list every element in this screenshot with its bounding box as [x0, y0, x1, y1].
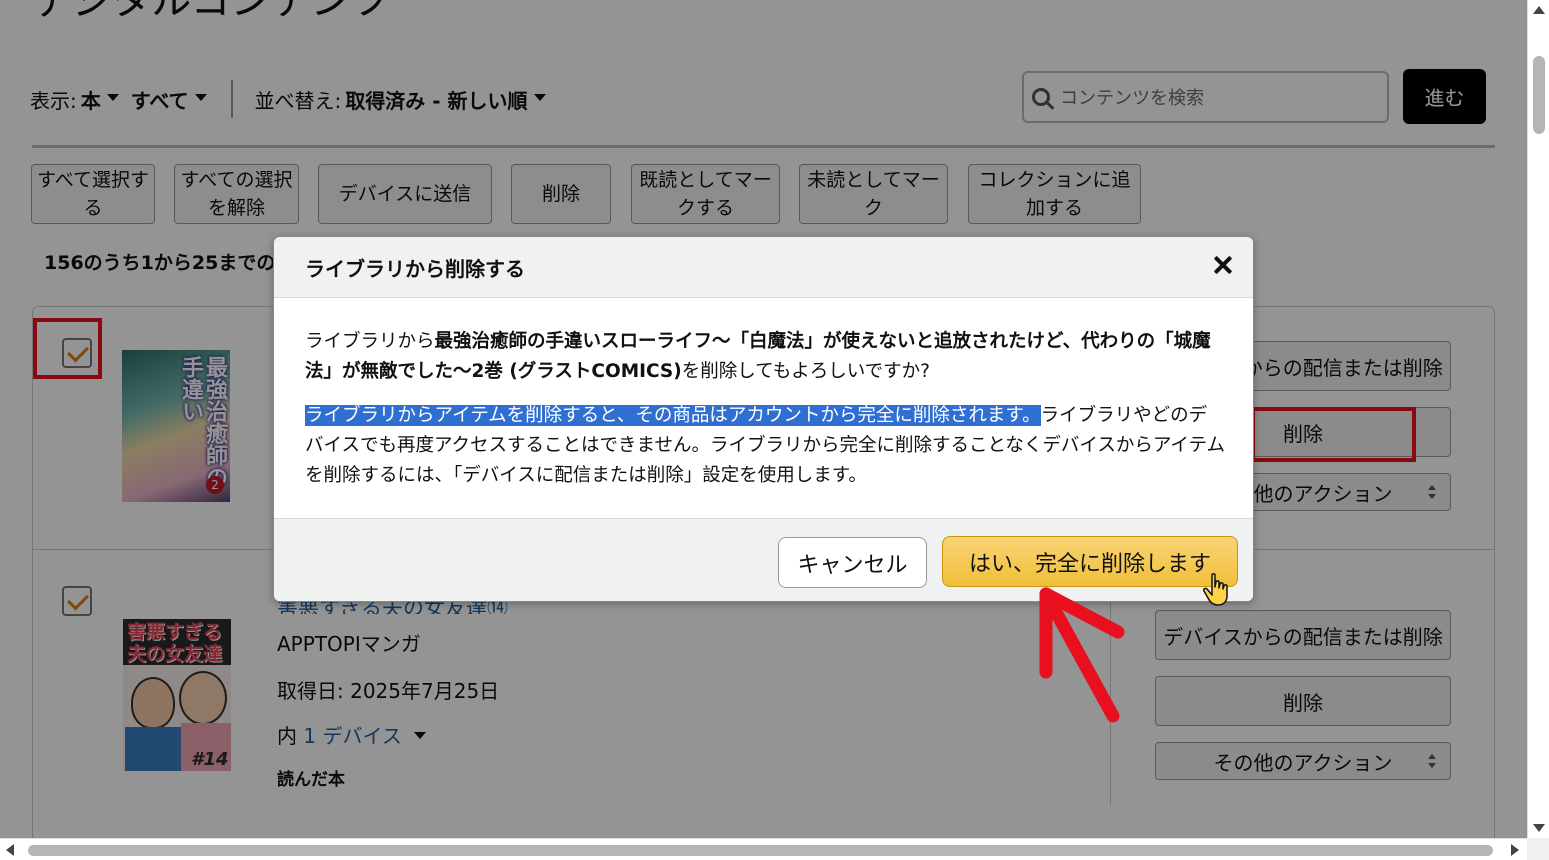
horizontal-scrollbar[interactable] [0, 838, 1527, 860]
scroll-thumb[interactable] [28, 845, 1493, 856]
cancel-button[interactable]: キャンセル [778, 537, 927, 588]
warning-highlighted: ライブラリからアイテムを削除すると、その商品はアカウントから完全に削除されます。 [305, 405, 1041, 426]
dialog-title: ライブラリから削除する [305, 257, 525, 281]
library-page: デジタルコンテンツ 表示: 本 すべて 並べ替え: 取得済み - 新しい順 コン… [0, 0, 1527, 838]
dialog-footer: キャンセル はい、完全に削除します [274, 518, 1253, 601]
scroll-right-icon[interactable] [1511, 844, 1519, 856]
dialog-body: ライブラリから最強治癒師の手違いスローライフ〜「白魔法」が使えないと追放されたけ… [305, 327, 1225, 505]
delete-confirm-dialog: ライブラリから削除する ライブラリから最強治癒師の手違いスローライフ〜「白魔法」… [273, 236, 1254, 602]
scroll-thumb[interactable] [1533, 56, 1545, 134]
confirm-question: ライブラリから最強治癒師の手違いスローライフ〜「白魔法」が使えないと追放されたけ… [305, 327, 1225, 387]
question-suffix: を削除してもよろしいですか? [681, 361, 930, 382]
warning-text: ライブラリからアイテムを削除すると、その商品はアカウントから完全に削除されます。… [305, 401, 1225, 491]
scroll-down-icon[interactable] [1533, 824, 1545, 832]
scroll-up-icon[interactable] [1533, 6, 1545, 14]
dialog-header: ライブラリから削除する [274, 237, 1253, 298]
scroll-left-icon[interactable] [6, 844, 14, 856]
scrollbar-corner [1527, 838, 1549, 860]
close-icon[interactable] [1209, 251, 1237, 279]
confirm-delete-button[interactable]: はい、完全に削除します [942, 536, 1238, 587]
question-prefix: ライブラリから [305, 331, 435, 352]
vertical-scrollbar[interactable] [1527, 0, 1549, 838]
hand-cursor-icon [1203, 573, 1228, 606]
